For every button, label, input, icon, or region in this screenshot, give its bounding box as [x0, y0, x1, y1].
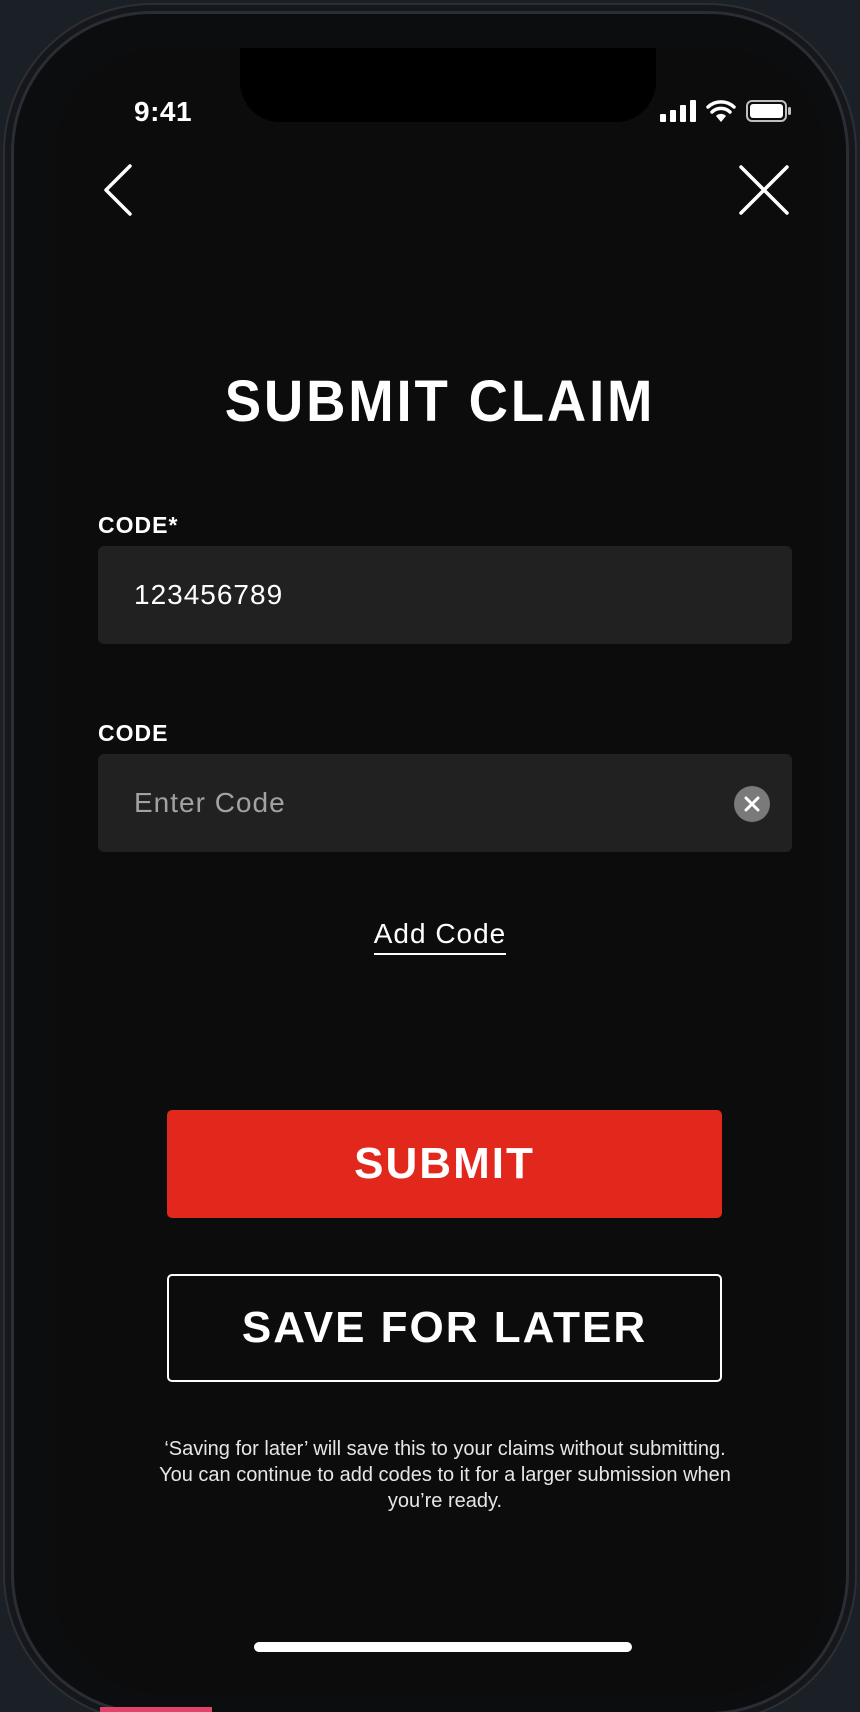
save-later-note: ‘Saving for later’ will save this to you… — [159, 1438, 731, 1512]
clear-input-button[interactable] — [734, 786, 770, 822]
close-icon — [739, 165, 789, 215]
page-title: SUBMIT CLAIM — [224, 369, 656, 434]
code-field-2[interactable] — [98, 754, 792, 852]
home-indicator[interactable] — [254, 1642, 632, 1652]
add-code-link[interactable]: Add Code — [373, 918, 507, 955]
code-input-2[interactable] — [134, 754, 694, 852]
save-for-later-button[interactable]: SAVE FOR LATER — [167, 1274, 722, 1382]
clear-circle-icon — [744, 796, 760, 812]
app-screen: 9:41 SUBMIT CLAIM CODE* 123456789 CODE E… — [54, 48, 826, 1694]
submit-button[interactable]: SUBMIT — [167, 1110, 722, 1218]
phone-side-button — [8, 208, 13, 254]
code-required-label: CODE* — [98, 512, 179, 538]
cellular-signal-icon — [660, 100, 696, 122]
add-code-link-wrap: Add Code — [54, 918, 826, 955]
phone-volume-up-button — [8, 350, 13, 442]
chevron-left-icon — [104, 164, 132, 216]
phone-frame: 9:41 SUBMIT CLAIM CODE* 123456789 CODE E… — [14, 14, 846, 1712]
wifi-icon — [706, 100, 736, 122]
close-button[interactable] — [734, 160, 794, 220]
code-field-1[interactable] — [98, 546, 792, 644]
battery-icon — [746, 100, 791, 122]
phone-power-button — [847, 310, 852, 510]
code-input-1[interactable] — [134, 546, 694, 644]
code-label: CODE — [98, 720, 169, 746]
phone-volume-down-button — [8, 456, 13, 548]
bottom-accent-strip — [100, 1707, 212, 1712]
status-icons — [660, 100, 792, 122]
back-button[interactable] — [88, 160, 148, 220]
status-time: 9:41 — [134, 96, 193, 127]
notch — [240, 48, 656, 122]
